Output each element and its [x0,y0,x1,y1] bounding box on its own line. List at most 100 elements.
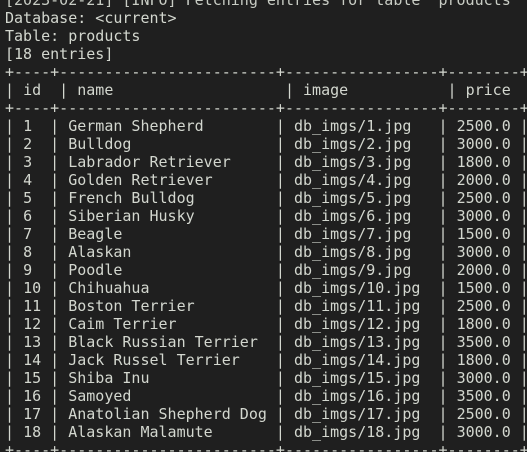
border-char: | [5,189,24,207]
border-char: | [5,243,24,261]
cell-price: 2000.0 [456,261,511,279]
border-char: | [429,333,457,351]
cell-image: db_imgs/13.jpg [294,333,430,351]
table-row: | 8 | Alaskan | db_imgs/8.jpg | 3000.0 | [5,243,527,261]
border-char: | [266,333,294,351]
border-char: | [41,351,69,369]
cell-image: db_imgs/17.jpg [294,405,430,423]
pad: | [41,81,78,99]
border-char: | [5,153,24,171]
border-char: | [266,225,294,243]
border-char: | [41,171,69,189]
border-char: | [429,405,457,423]
cell-image: db_imgs/4.jpg [294,171,430,189]
border-char: | [429,387,457,405]
border-char: | [41,369,69,387]
cell-image: db_imgs/15.jpg [294,369,430,387]
cell-id: 15 [23,369,42,387]
border-char: | [41,153,69,171]
table-row: | 17 | Anatolian Shepherd Dog | db_imgs/… [5,405,527,423]
border-char: | [429,189,457,207]
cell-name: Labrador Retriever [68,153,267,171]
table-row: | 11 | Boston Terrier | db_imgs/11.jpg |… [5,297,527,315]
border-char: | [5,351,24,369]
terminal-window[interactable]: [2023-02-21] [INFO] Fetching entries for… [0,0,527,452]
cell-name: German Shepherd [68,117,267,135]
border-char: | [519,405,527,423]
border-char: | [519,189,527,207]
cell-price: 2000.0 [456,171,511,189]
cell-price: 3000.0 [456,207,511,225]
border-char: | [41,279,69,297]
pad: | [348,81,466,99]
border-char: | [41,117,69,135]
border-char: | [519,387,527,405]
cell-price: 1500.0 [456,279,511,297]
border-char: | [429,135,457,153]
cell-id: 14 [23,351,42,369]
cell-name: Alaskan [68,243,267,261]
column-header-id: id [23,81,42,99]
database-line: Database: <current> [5,9,177,27]
cell-image: db_imgs/7.jpg [294,225,430,243]
border-char: | [519,333,527,351]
cell-name: Bulldog [68,135,267,153]
border-char: | [266,243,294,261]
table-row: | 4 | Golden Retriever | db_imgs/4.jpg |… [5,171,527,189]
border-char: | [519,117,527,135]
border-char: | [519,153,527,171]
cell-id: 9 [23,261,42,279]
column-header-name: name [77,81,114,99]
border-char: | [5,81,24,99]
border-char: | [429,261,457,279]
border-char: | [5,315,24,333]
cell-name: French Bulldog [68,189,267,207]
cell-image: db_imgs/2.jpg [294,135,430,153]
cell-price: 3000.0 [456,369,511,387]
cell-id: 16 [23,387,42,405]
cell-name: Golden Retriever [68,171,267,189]
cell-image: db_imgs/14.jpg [294,351,430,369]
cell-name: Poodle [68,261,267,279]
cell-name: Beagle [68,225,267,243]
border-char: | [429,351,457,369]
table-line: Table: products [5,27,141,45]
border-char: | [429,279,457,297]
border-char: | [429,117,457,135]
cell-id: 7 [23,225,42,243]
column-header-image: image [303,81,349,99]
table-header-row: | id | name | image | price | [5,81,527,99]
border-char: | [429,225,457,243]
cell-name: Black Russian Terrier [68,333,267,351]
border-char: | [519,171,527,189]
partial-log-line: [2023-02-21] [INFO] Fetching entries for… [5,0,520,9]
border-char: | [519,297,527,315]
border-char: | [41,315,69,333]
border-char: | [41,423,69,441]
cell-name: Anatolian Shepherd Dog [68,405,267,423]
cell-image: db_imgs/10.jpg [294,279,430,297]
border-char: | [266,315,294,333]
border-char: | [5,279,24,297]
border-char: | [519,315,527,333]
border-char: | [266,117,294,135]
border-char: | [266,153,294,171]
cell-image: db_imgs/1.jpg [294,117,430,135]
border-char: | [41,135,69,153]
border-char: | [41,243,69,261]
border-char: | [266,279,294,297]
border-char: | [429,369,457,387]
table-border-top: +----+------------------------+---------… [5,63,527,81]
table-row: | 7 | Beagle | db_imgs/7.jpg | 1500.0 | [5,225,527,243]
border-char: | [266,297,294,315]
table-border-header: +----+------------------------+---------… [5,99,527,117]
cell-image: db_imgs/5.jpg [294,189,430,207]
cell-name: Alaskan Malamute [68,423,267,441]
table-row: | 16 | Samoyed | db_imgs/16.jpg | 3500.0… [5,387,527,405]
border-char: | [519,243,527,261]
border-char: | [519,423,527,441]
cell-id: 8 [23,243,42,261]
cell-name: Siberian Husky [68,207,267,225]
cell-name: Shiba Inu [68,369,267,387]
table-row: | 10 | Chihuahua | db_imgs/10.jpg | 1500… [5,279,527,297]
